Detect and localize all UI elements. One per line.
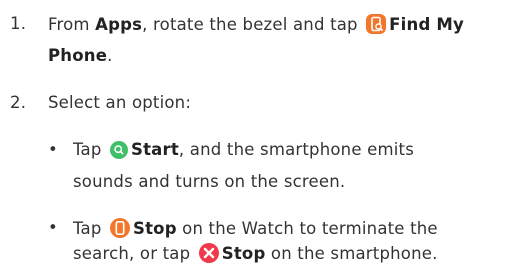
step-1-line-1: From Apps, rotate the bezel and tap Find…: [48, 14, 464, 39]
stop-close-icon: [198, 243, 219, 268]
find-my-phone-label: Find My: [389, 15, 464, 34]
step-1-text-end: .: [107, 46, 113, 65]
bullet-1-line-2: sounds and turns on the screen.: [73, 172, 346, 191]
step-1-line-2: Phone.: [48, 46, 113, 66]
phone-label: Phone: [48, 46, 108, 65]
step-1-number: 1.: [10, 14, 27, 33]
start-search-icon: [109, 141, 128, 164]
bullet-1-text-pre: Tap: [73, 140, 107, 159]
step-2-number: 2.: [10, 93, 27, 112]
bullet-2-text2-pre: search, or tap: [73, 244, 196, 263]
stop-label-watch: Stop: [132, 219, 177, 238]
bullet-1-line-1: Tap Start, and the smartphone emits: [73, 140, 414, 164]
bullet-2-line-1: Tap Stop on the Watch to terminate the: [73, 218, 438, 243]
bullet-1-symbol: •: [48, 140, 58, 159]
step-2-text: Select an option:: [48, 93, 192, 112]
apps-label: Apps: [95, 15, 143, 34]
stop-label-phone: Stop: [221, 244, 266, 263]
step-1-text-mid: , rotate the bezel and tap: [142, 15, 364, 34]
instruction-page: 1. From Apps, rotate the bezel and tap F…: [0, 0, 515, 267]
bullet-1-text-post: , and the smartphone emits: [178, 140, 415, 159]
bullet-2-text-post: on the Watch to terminate the: [176, 219, 438, 238]
start-label: Start: [130, 140, 179, 159]
find-my-phone-icon: [366, 14, 387, 39]
step-1-text-pre: From: [48, 15, 96, 34]
bullet-2-text2-post: on the smartphone.: [265, 244, 438, 263]
bullet-2-symbol: •: [48, 218, 58, 237]
stop-watch-icon: [109, 218, 130, 243]
bullet-2-line-2: search, or tap Stop on the smartphone.: [73, 243, 438, 268]
bullet-2-text-pre: Tap: [73, 219, 107, 238]
